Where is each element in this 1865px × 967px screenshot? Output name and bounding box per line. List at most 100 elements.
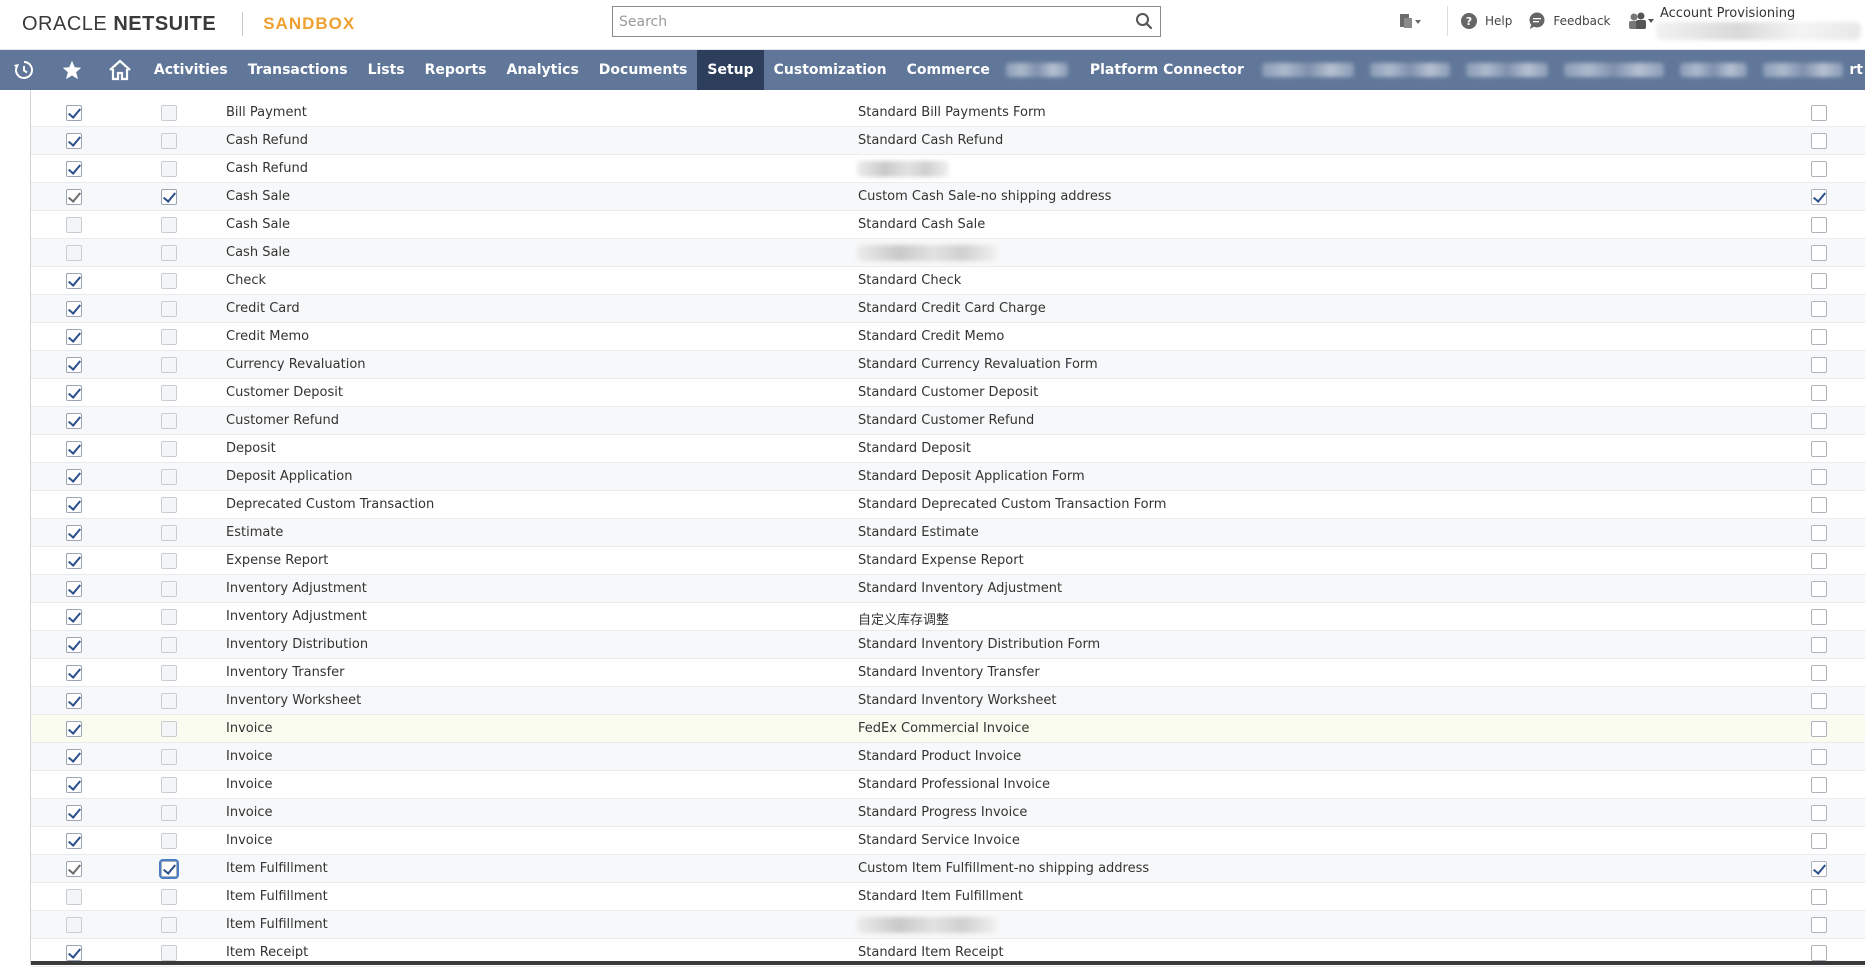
print-checkbox[interactable] — [1811, 833, 1827, 849]
table-row[interactable]: Invoice Standard Service Invoice — [31, 827, 1865, 855]
preferred-checkbox[interactable] — [161, 413, 177, 429]
table-row[interactable]: Credit Memo Standard Credit Memo — [31, 323, 1865, 351]
preferred-checkbox[interactable] — [161, 441, 177, 457]
home-button[interactable] — [96, 50, 144, 90]
enabled-checkbox[interactable] — [66, 273, 82, 289]
table-row[interactable]: Item Fulfillment Custom Item Fulfillment-… — [31, 855, 1865, 883]
print-checkbox[interactable] — [1811, 777, 1827, 793]
table-row[interactable]: Invoice Standard Professional Invoice — [31, 771, 1865, 799]
table-row[interactable]: Item Fulfillment Standard Item Fulfillmen… — [31, 883, 1865, 911]
table-row[interactable]: Inventory Adjustment 自定义库存调整 — [31, 603, 1865, 631]
table-row[interactable]: Currency Revaluation Standard Currency Re… — [31, 351, 1865, 379]
preferred-checkbox[interactable] — [161, 581, 177, 597]
print-checkbox[interactable] — [1811, 805, 1827, 821]
enabled-checkbox[interactable] — [66, 777, 82, 793]
preferred-checkbox[interactable] — [161, 861, 177, 877]
nav-redacted-item[interactable] — [1261, 63, 1354, 77]
nav-platform-connector[interactable]: Platform Connector — [1080, 50, 1254, 90]
preferred-checkbox[interactable] — [161, 245, 177, 261]
nav-redacted-item[interactable] — [1465, 63, 1548, 77]
print-checkbox[interactable] — [1811, 245, 1827, 261]
recent-history-button[interactable] — [0, 50, 48, 90]
nav-report-fragment[interactable]: rt — [1847, 50, 1865, 90]
table-row[interactable]: Inventory Worksheet Standard Inventory Wo… — [31, 687, 1865, 715]
preferred-checkbox[interactable] — [161, 273, 177, 289]
preferred-checkbox[interactable] — [161, 161, 177, 177]
nav-reports[interactable]: Reports — [415, 50, 497, 90]
preferred-checkbox[interactable] — [161, 721, 177, 737]
enabled-checkbox[interactable] — [66, 637, 82, 653]
print-checkbox[interactable] — [1811, 413, 1827, 429]
table-row[interactable]: Cash Refund Standard Cash Refund — [31, 127, 1865, 155]
print-checkbox[interactable] — [1811, 301, 1827, 317]
enabled-checkbox[interactable] — [66, 609, 82, 625]
enabled-checkbox[interactable] — [66, 497, 82, 513]
enabled-checkbox[interactable] — [66, 441, 82, 457]
print-checkbox[interactable] — [1811, 637, 1827, 653]
print-checkbox[interactable] — [1811, 665, 1827, 681]
enabled-checkbox[interactable] — [66, 553, 82, 569]
print-checkbox[interactable] — [1811, 861, 1827, 877]
print-checkbox[interactable] — [1811, 581, 1827, 597]
print-checkbox[interactable] — [1811, 721, 1827, 737]
table-row[interactable]: Credit Card Standard Credit Card Charge — [31, 295, 1865, 323]
preferred-checkbox[interactable] — [161, 917, 177, 933]
enabled-checkbox[interactable] — [66, 945, 82, 961]
nav-redacted-item[interactable] — [1763, 63, 1844, 77]
table-row[interactable]: Item Fulfillment — [31, 911, 1865, 939]
table-row[interactable]: Bill Payment Standard Bill Payments Form — [31, 99, 1865, 127]
preferred-checkbox[interactable] — [161, 189, 177, 205]
table-row[interactable]: Customer Deposit Standard Customer Deposi… — [31, 379, 1865, 407]
enabled-checkbox[interactable] — [66, 413, 82, 429]
enabled-checkbox[interactable] — [66, 805, 82, 821]
print-checkbox[interactable] — [1811, 385, 1827, 401]
global-search[interactable] — [612, 6, 1161, 37]
enabled-checkbox[interactable] — [66, 469, 82, 485]
nav-redacted-item[interactable] — [1369, 63, 1450, 77]
nav-redacted-item[interactable] — [1679, 63, 1748, 77]
table-row[interactable]: Inventory Distribution Standard Inventory… — [31, 631, 1865, 659]
print-checkbox[interactable] — [1811, 553, 1827, 569]
print-checkbox[interactable] — [1811, 273, 1827, 289]
help-link[interactable]: ? Help — [1460, 12, 1512, 30]
nav-activities[interactable]: Activities — [144, 50, 238, 90]
nav-documents[interactable]: Documents — [589, 50, 698, 90]
print-checkbox[interactable] — [1811, 441, 1827, 457]
preferred-checkbox[interactable] — [161, 217, 177, 233]
preferred-checkbox[interactable] — [161, 385, 177, 401]
feedback-link[interactable]: Feedback — [1528, 12, 1611, 30]
table-row[interactable]: Deprecated Custom Transaction Standard De… — [31, 491, 1865, 519]
table-row[interactable]: Expense Report Standard Expense Report — [31, 547, 1865, 575]
nav-lists[interactable]: Lists — [358, 50, 415, 90]
table-row[interactable]: Invoice Standard Progress Invoice — [31, 799, 1865, 827]
preferred-checkbox[interactable] — [161, 469, 177, 485]
enabled-checkbox[interactable] — [66, 189, 82, 205]
preferred-checkbox[interactable] — [161, 329, 177, 345]
enabled-checkbox[interactable] — [66, 525, 82, 541]
enabled-checkbox[interactable] — [66, 385, 82, 401]
preferred-checkbox[interactable] — [161, 833, 177, 849]
enabled-checkbox[interactable] — [66, 133, 82, 149]
enabled-checkbox[interactable] — [66, 105, 82, 121]
search-input[interactable] — [613, 7, 1113, 36]
enabled-checkbox[interactable] — [66, 917, 82, 933]
enabled-checkbox[interactable] — [66, 665, 82, 681]
print-checkbox[interactable] — [1811, 469, 1827, 485]
print-checkbox[interactable] — [1811, 189, 1827, 205]
print-checkbox[interactable] — [1811, 105, 1827, 121]
print-checkbox[interactable] — [1811, 749, 1827, 765]
enabled-checkbox[interactable] — [66, 329, 82, 345]
enabled-checkbox[interactable] — [66, 301, 82, 317]
table-row[interactable]: Inventory Transfer Standard Inventory Tra… — [31, 659, 1865, 687]
print-checkbox[interactable] — [1811, 917, 1827, 933]
preferred-checkbox[interactable] — [161, 497, 177, 513]
preferred-checkbox[interactable] — [161, 945, 177, 961]
print-checkbox[interactable] — [1811, 525, 1827, 541]
preferred-checkbox[interactable] — [161, 637, 177, 653]
preferred-checkbox[interactable] — [161, 665, 177, 681]
table-row[interactable]: Customer Refund Standard Customer Refund — [31, 407, 1865, 435]
enabled-checkbox[interactable] — [66, 581, 82, 597]
nav-transactions[interactable]: Transactions — [238, 50, 358, 90]
preferred-checkbox[interactable] — [161, 105, 177, 121]
enabled-checkbox[interactable] — [66, 833, 82, 849]
